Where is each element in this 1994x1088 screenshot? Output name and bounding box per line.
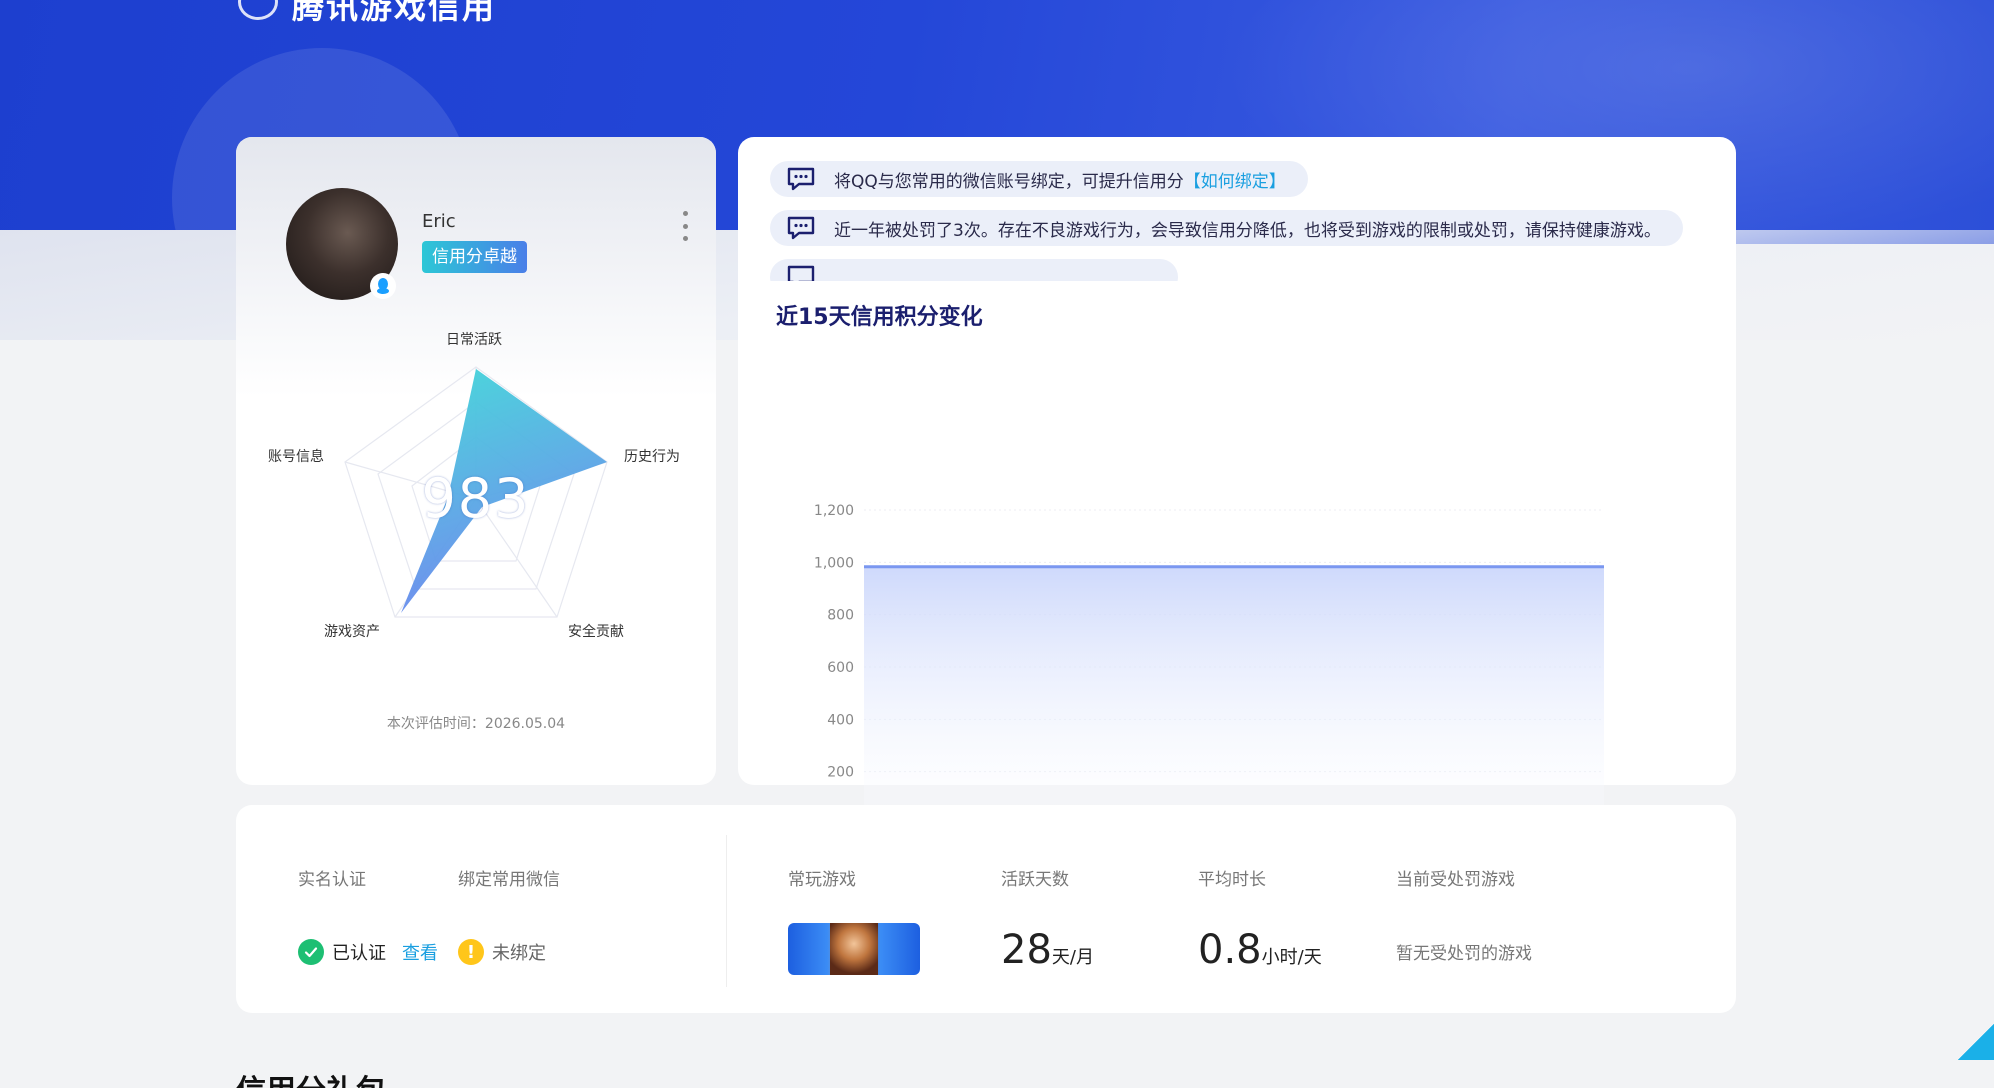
credit-level-badge[interactable]: 信用分卓越 [422,241,527,273]
punished-games-label: 当前受处罚游戏 [1396,870,1515,890]
y-tick-label: 1,000 [814,555,854,571]
credit-line-chart: 02004006008001,0001,20021日22日23日24日25日26… [814,503,1618,850]
qq-icon [370,273,396,299]
avg-time-number: 0.8 [1198,927,1262,973]
verified-check-icon [298,939,324,965]
radar-label-account: 账号信息 [268,449,324,465]
wechat-bind-label: 绑定常用微信 [458,870,560,890]
real-name-label: 实名认证 [298,870,366,890]
how-to-bind-link[interactable]: 【如何绑定】 [1184,167,1286,192]
avg-time-unit: 小时/天 [1261,947,1322,968]
credit-chart-card: 将QQ与您常用的微信账号绑定，可提升信用分 【如何绑定】 近一年被处罚了3次。存… [738,137,1736,850]
message-icon [786,264,816,281]
game-thumbnail[interactable] [788,923,920,975]
corner-decoration [1958,1000,1994,1060]
wechat-bind-status[interactable]: 未绑定 [492,939,546,965]
avg-time-label: 平均时长 [1198,870,1266,890]
warning-icon: ! [458,939,484,965]
active-days-label: 活跃天数 [1001,870,1069,890]
tips-list: 将QQ与您常用的微信账号绑定，可提升信用分 【如何绑定】 近一年被处罚了3次。存… [770,161,1720,281]
avg-time-value: 0.8小时/天 [1198,927,1322,973]
y-tick-label: 600 [827,660,854,676]
message-icon [786,166,816,192]
real-name-status: 已认证 [332,943,386,964]
credit-score: 983 [421,467,531,530]
y-tick-label: 1,200 [814,503,854,519]
y-tick-label: 400 [827,712,854,728]
active-days-number: 28 [1001,927,1052,973]
credit-radar-chart: 983 [236,317,716,647]
active-days-value: 28天/月 [1001,927,1094,973]
tip-penalty: 近一年被处罚了3次。存在不良游戏行为，会导致信用分降低，也将受到游戏的限制或处罚… [770,210,1683,246]
radar-label-security: 安全贡献 [568,624,624,640]
tip-text: 近一年被处罚了3次。存在不良游戏行为，会导致信用分降低，也将受到游戏的限制或处罚… [834,220,1661,241]
tip-bind-wechat: 将QQ与您常用的微信账号绑定，可提升信用分 【如何绑定】 [770,161,1308,197]
chart-title: 近15天信用积分变化 [776,305,983,330]
tip-partial [770,259,1178,281]
series-area [864,566,1604,824]
punished-games-value: 暂无受处罚的游戏 [1396,944,1532,964]
profile-card: Eric 信用分卓越 983 日常活跃 历史行为 安全贡献 游戏资产 账号信息 … [236,137,716,785]
games-label: 常玩游戏 [788,870,856,890]
evaluation-time: 本次评估时间：2026.05.04 [386,716,566,732]
y-tick-label: 800 [827,608,854,624]
view-real-name-link[interactable]: 查看 [402,939,438,965]
message-icon [786,215,816,241]
radar-label-daily-activity: 日常活跃 [446,332,502,348]
gift-section-title: 信用分礼包 [236,1066,386,1088]
more-options-icon[interactable] [680,211,690,241]
logo-icon[interactable] [238,0,278,20]
stats-divider [726,835,727,987]
radar-label-history: 历史行为 [624,449,680,465]
active-days-unit: 天/月 [1051,947,1094,968]
logo-text[interactable]: 腾讯游戏信用 [292,0,496,28]
y-tick-label: 200 [827,765,854,781]
radar-label-assets: 游戏资产 [324,624,380,640]
tip-text: 将QQ与您常用的微信账号绑定，可提升信用分 [834,171,1184,192]
account-stats-card: 实名认证 绑定常用微信 已认证 查看 ! 未绑定 常玩游戏 活跃天数 28天/月… [236,805,1736,1013]
username: Eric [422,211,456,232]
